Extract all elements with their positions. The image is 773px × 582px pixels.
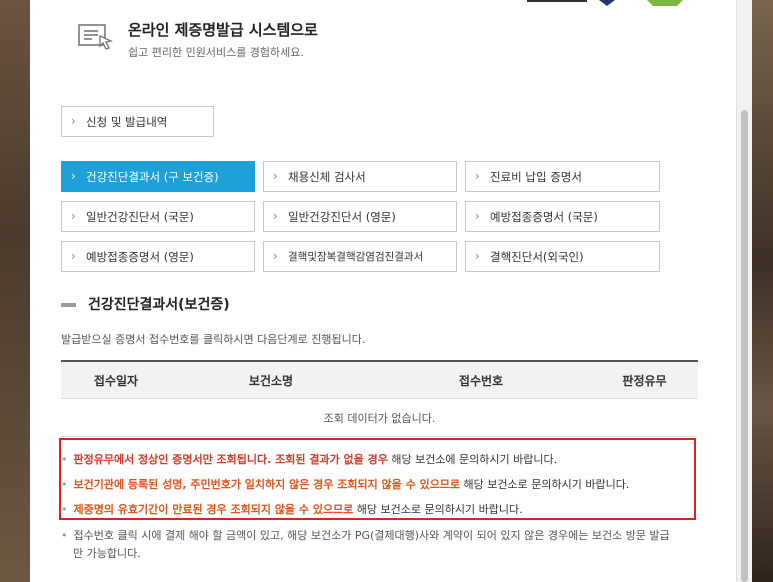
cert-button-label: 채용신체 검사서 xyxy=(288,169,366,184)
header-received-date: 접수일자 xyxy=(93,373,139,388)
bullet-icon: • xyxy=(61,478,68,491)
section-marker xyxy=(61,303,76,307)
chevron-right-icon: › xyxy=(475,169,480,183)
payment-note: • 접수번호 클릭 시에 결제 해야 할 금액이 있고, 해당 보건소가 PG(결… xyxy=(61,528,670,543)
cert-button-label: 건강진단결과서 (구 보건증) xyxy=(86,169,219,184)
cert-button-label: 결핵진단서(외국인) xyxy=(490,249,584,264)
system-subtitle: 쉽고 편리한 민원서비스를 경험하세요. xyxy=(128,46,304,59)
chevron-right-icon: › xyxy=(475,249,480,263)
cert-button-medical-payment[interactable]: › 진료비 납입 증명서 xyxy=(465,161,660,192)
chevron-right-icon: › xyxy=(273,169,278,183)
cert-button-tuberculosis-result[interactable]: › 결핵및잠복결핵감염검진결과서 xyxy=(263,241,457,272)
chevron-right-icon: › xyxy=(273,209,278,223)
cert-button-general-health-en[interactable]: › 일반건강진단서 (영문) xyxy=(263,201,457,232)
notice-item: • 제증명의 유효기간이 만료된 경우 조회되지 않을 수 있으므로 해당 보건소… xyxy=(61,502,523,517)
cert-button-label: 예방접종증명서 (국문) xyxy=(490,209,598,224)
section-title: 건강진단결과서(보건증) xyxy=(88,297,230,313)
notice-highlight: 판정유무에서 정상인 증명서만 조회됩니다. 조회된 결과가 없을 경우 xyxy=(73,453,388,466)
bullet-icon: • xyxy=(61,529,68,542)
cert-button-label: 예방접종증명서 (영문) xyxy=(86,249,194,264)
header-receipt-number: 접수번호 xyxy=(458,373,504,388)
logo-partial-icon xyxy=(527,0,683,6)
chevron-right-icon: › xyxy=(71,114,76,128)
chevron-right-icon: › xyxy=(475,209,480,223)
bullet-icon: • xyxy=(61,503,68,516)
section-description: 발급받으실 증명서 접수번호를 클릭하시면 다음단계로 진행됩니다. xyxy=(61,333,366,346)
system-title: 온라인 제증명발급 시스템으로 xyxy=(128,21,318,39)
payment-note-line1: 접수번호 클릭 시에 결제 해야 할 금액이 있고, 해당 보건소가 PG(결제… xyxy=(73,529,670,542)
chevron-right-icon: › xyxy=(71,209,76,223)
cert-button-vaccination-ko[interactable]: › 예방접종증명서 (국문) xyxy=(465,201,660,232)
notice-highlight: 제증명의 유효기간이 만료된 경우 조회되지 않을 수 있으므로 xyxy=(73,503,354,516)
empty-row: 조회 데이터가 없습니다. xyxy=(61,399,698,437)
scrollbar-thumb[interactable] xyxy=(741,110,748,582)
chevron-right-icon: › xyxy=(71,249,76,263)
notice-text: 해당 보건소로 문의하시기 바랍니다. xyxy=(460,478,630,491)
cert-button-label: 일반건강진단서 (국문) xyxy=(86,209,194,224)
cert-button-health-result[interactable]: › 건강진단결과서 (구 보건증) xyxy=(61,161,255,192)
cert-button-general-health-ko[interactable]: › 일반건강진단서 (국문) xyxy=(61,201,255,232)
notice-text: 해당 보건소에 문의하시기 바랍니다. xyxy=(387,453,558,466)
chevron-right-icon: › xyxy=(273,249,278,263)
cert-button-tuberculosis-foreigner[interactable]: › 결핵진단서(외국인) xyxy=(465,241,660,272)
cert-button-vaccination-en[interactable]: › 예방접종증명서 (영문) xyxy=(61,241,255,272)
cert-button-label: 결핵및잠복결핵감염검진결과서 xyxy=(288,251,424,263)
chevron-right-icon: › xyxy=(71,169,76,183)
certificate-modal: 온라인 제증명발급 시스템으로 쉽고 편리한 민원서비스를 경험하세요. › 신… xyxy=(30,0,736,582)
bullet-icon: • xyxy=(61,453,68,466)
header-health-center: 보건소명 xyxy=(248,373,294,388)
history-button-label: 신청 및 발급내역 xyxy=(86,114,168,129)
payment-note-line2: 만 가능합니다. xyxy=(73,547,141,560)
history-button[interactable]: › 신청 및 발급내역 xyxy=(61,106,214,137)
cert-button-label: 진료비 납입 증명서 xyxy=(490,169,582,184)
notice-item: • 보건기관에 등록된 성명, 주민번호가 일치하지 않은 경우 조회되지 않을 … xyxy=(61,477,629,492)
cert-button-employment-exam[interactable]: › 채용신체 검사서 xyxy=(263,161,457,192)
cert-button-label: 일반건강진단서 (영문) xyxy=(288,209,396,224)
results-table: 접수일자 보건소명 접수번호 판정유무 조회 데이터가 없습니다. xyxy=(61,360,698,437)
notice-text: 해당 보건소로 문의하시기 바랍니다. xyxy=(353,503,523,516)
notice-highlight: 보건기관에 등록된 성명, 주민번호가 일치하지 않은 경우 조회되지 않을 수… xyxy=(73,478,461,491)
table-header: 접수일자 보건소명 접수번호 판정유무 xyxy=(61,362,698,399)
header-judgment: 판정유무 xyxy=(622,373,667,388)
notice-item: • 판정유무에서 정상인 증명서만 조회됩니다. 조회된 결과가 없을 경우 해당… xyxy=(61,452,557,467)
background-right xyxy=(752,0,773,582)
vertical-scrollbar[interactable] xyxy=(736,0,752,582)
background-left xyxy=(0,0,30,582)
document-system-icon xyxy=(78,24,114,50)
